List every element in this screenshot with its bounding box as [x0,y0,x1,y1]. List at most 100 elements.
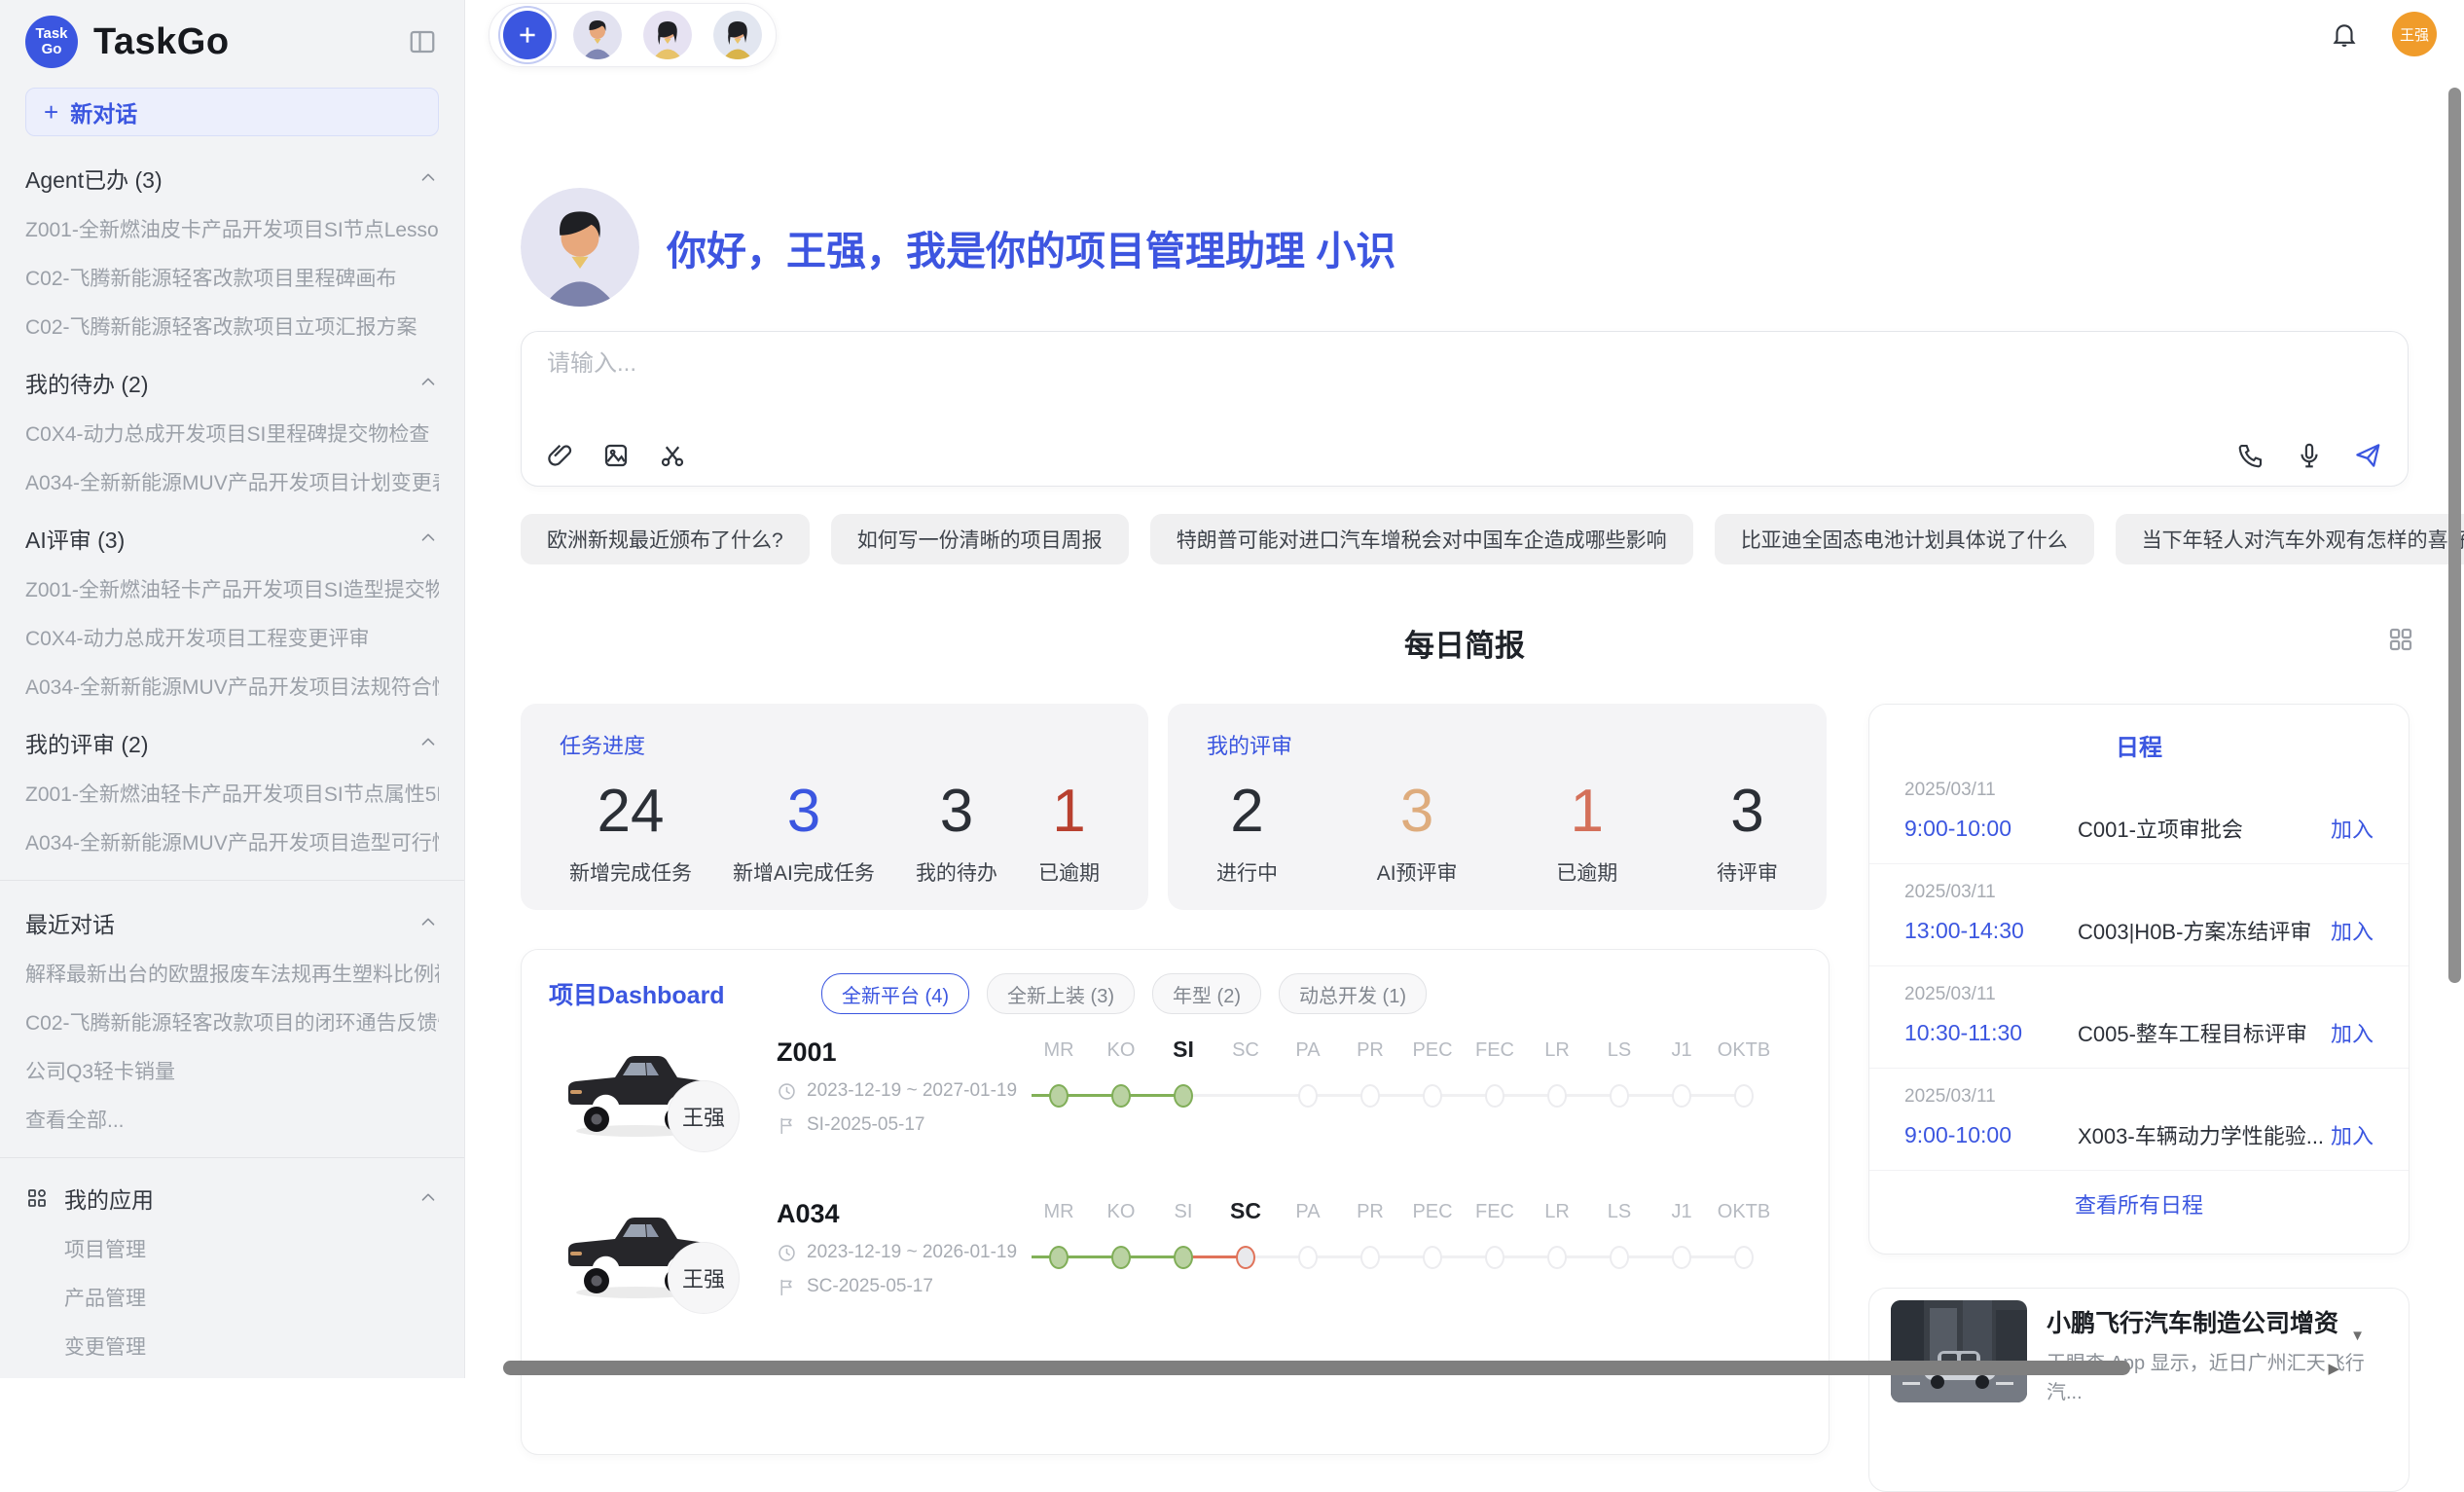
scissors-icon[interactable] [658,441,687,470]
scroll-down-arrow[interactable]: ▼ [2350,1328,2365,1343]
sidebar-section-title: Agent已办 (3) [25,162,163,195]
stat-已逾期: 1 已逾期 [1038,774,1100,887]
suggestion-chip[interactable]: 欧洲新规最近颁布了什么? [521,514,810,564]
suggestion-chip[interactable]: 比亚迪全固态电池计划具体说了什么 [1715,514,2094,564]
sidebar-task-item[interactable]: A034-全新新能源MUV产品开发项目计划变更表编写 [25,467,439,496]
sidebar-item-my-apps[interactable]: 我的应用 [25,1182,439,1215]
project-flag-milestone: SI-2025-05-17 [777,1114,1017,1136]
schedule-card: 日程 2025/03/11 9:00-10:00 C001-立项审批会 加入 2… [1868,704,2410,1255]
flag-icon [777,1115,797,1136]
project-dashboard-card: 项目Dashboard 全新平台 (4) 全新上装 (3) 年型 (2) 动总开发 (… [521,949,1830,1455]
schedule-list: 2025/03/11 9:00-10:00 C001-立项审批会 加入 2025… [1869,762,2409,1171]
sidebar-task-item[interactable]: Z001-全新燃油轻卡产品开发项目SI节点属性5D文件评审 [25,779,439,808]
dashboard-filter-chip[interactable]: 全新上装 (3) [987,973,1135,1014]
sidebar-section-header-0[interactable]: Agent已办 (3) [25,162,439,195]
attachment-icon[interactable] [545,441,574,470]
sidebar-task-item[interactable]: A034-全新新能源MUV产品开发项目造型可行性评审 [25,827,439,856]
apps-grid-icon [25,1186,49,1210]
event-title: C005-整车工程目标评审 [2078,1017,2331,1048]
sidebar-section-header-1[interactable]: 我的待办 (2) [25,366,439,399]
sidebar-task-item[interactable]: A034-全新新能源MUV产品开发项目法规符合性评审 [25,672,439,701]
event-time: 9:00-10:00 [1904,1122,2078,1148]
sidebar-section-header-recent[interactable]: 最近对话 [25,906,439,939]
sidebar-task-item[interactable]: C0X4-动力总成开发项目SI里程碑提交物检查 [25,418,439,448]
logo-text-top: Task [35,26,67,42]
dashboard-filter-chip[interactable]: 动总开发 (1) [1279,973,1427,1014]
project-row-Z001[interactable]: 王强 Z001 2023-12-19 ~ 2027-01-19 SI-2025-… [522,1030,1829,1176]
layout-grid-icon[interactable] [2386,625,2415,654]
notification-bell-icon[interactable] [2330,19,2359,49]
event-date: 2025/03/11 [1904,882,2373,903]
send-icon[interactable] [2353,441,2382,470]
sidebar-section-header-2[interactable]: AI评审 (3) [25,522,439,555]
scroll-right-arrow[interactable]: ▶ [2328,1362,2339,1376]
sidebar-section-header-3[interactable]: 我的评审 (2) [25,726,439,759]
suggestion-chip[interactable]: 当下年轻人对汽车外观有怎样的喜好趋势 [2116,514,2464,564]
phone-icon[interactable] [2236,441,2265,470]
chevron-up-icon [417,372,439,393]
news-body: 天眼查 App 显示，近日广州汇天飞行汽... [2047,1349,2387,1407]
event-join-link[interactable]: 加入 [2331,1119,2373,1150]
project-info: A034 2023-12-19 ~ 2026-01-19 SC-2025-05-… [777,1199,1017,1297]
app-link-item[interactable]: 项目管理 [64,1234,439,1263]
sidebar-task-item[interactable]: Z001-全新燃油皮卡产品开发项目SI节点Lesson Learn报告 [25,214,439,243]
dashboard-title: 项目Dashboard [549,976,821,1011]
stat-value: 3 [916,774,997,850]
dashboard-filter-chip[interactable]: 年型 (2) [1152,973,1261,1014]
sidebar-body: Agent已办 (3) Z001-全新燃油皮卡产品开发项目SI节点Lesson … [25,162,439,1378]
event-join-link[interactable]: 加入 [2331,915,2373,946]
agent-avatar-2[interactable] [643,11,692,59]
milestone-chain: MRKOSISCPAPRPECFECLRLSJ1OKTB [1028,1039,1806,1127]
milestone-dot-OKTB [1734,1246,1754,1269]
image-icon[interactable] [601,441,631,470]
stat-label: 新增AI完成任务 [733,857,875,887]
project-row-A034[interactable]: 王强 A034 2023-12-19 ~ 2026-01-19 SC-2025-… [522,1191,1829,1337]
app-link-item[interactable]: 产品管理 [64,1283,439,1312]
agent-avatar-1[interactable] [573,11,622,59]
milestone-dot-J1 [1672,1246,1691,1269]
milestone-label-PA: PA [1277,1039,1339,1062]
app-link-item[interactable]: 变更管理 [64,1331,439,1361]
stat-card-title: 我的评审 [1207,729,1788,760]
main-area: 王强 你好，王强，我是你的项目管理助理 小识 [465,0,2464,1378]
sidebar-task-item[interactable]: Z001-全新燃油轻卡产品开发项目SI造型提交物评审 [25,574,439,603]
schedule-event: 2025/03/11 9:00-10:00 C001-立项审批会 加入 [1869,762,2409,864]
recent-chat-item[interactable]: C02-飞腾新能源轻客改款项目的闭环通告反馈情况 [25,1007,439,1037]
recent-chat-item[interactable]: 解释最新出台的欧盟报废车法规再生塑料比例被调至15%... [25,959,439,988]
project-dates: 2023-12-19 ~ 2026-01-19 [777,1242,1017,1263]
milestone-dot-OKTB [1734,1084,1754,1108]
suggestion-chip[interactable]: 如何写一份清晰的项目周报 [831,514,1129,564]
user-avatar[interactable]: 王强 [2392,12,2437,56]
recent-view-all-link[interactable]: 查看全部... [25,1105,439,1134]
new-chat-button[interactable]: + 新对话 [25,88,439,136]
sidebar-collapse-icon[interactable] [408,27,437,56]
new-agent-button[interactable] [503,11,552,59]
clock-icon [777,1243,797,1263]
microphone-icon[interactable] [2295,441,2324,470]
event-time: 13:00-14:30 [1904,918,2078,944]
milestone-dot-LS [1610,1246,1629,1269]
input-action-icons [2236,441,2382,470]
milestone-label-SC: SC [1214,1198,1277,1224]
sidebar-task-item[interactable]: C0X4-动力总成开发项目工程变更评审 [25,623,439,652]
event-join-link[interactable]: 加入 [2331,1017,2373,1048]
recent-chat-item[interactable]: 公司Q3轻卡销量 [25,1056,439,1085]
news-card[interactable]: 小鹏飞行汽车制造公司增资 天眼查 App 显示，近日广州汇天飞行汽... [1868,1288,2410,1492]
stat-value: 1 [1038,774,1100,850]
dashboard-filter-chip[interactable]: 全新平台 (4) [821,973,969,1014]
stat-AI预评审: 3 AI预评审 [1377,774,1458,887]
event-title: X003-车辆动力学性能验... [2078,1119,2331,1150]
milestone-label-FEC: FEC [1464,1039,1526,1062]
horizontal-scrollbar-thumb[interactable] [503,1361,2130,1375]
chevron-up-icon [417,912,439,933]
sidebar-task-item[interactable]: C02-飞腾新能源轻客改款项目里程碑画布 [25,263,439,292]
sidebar-task-item[interactable]: C02-飞腾新能源轻客改款项目立项汇报方案 [25,311,439,341]
view-all-schedule-link[interactable]: 查看所有日程 [1869,1171,2409,1237]
milestone-dot-PR [1360,1084,1380,1108]
agent-avatar-3[interactable] [713,11,762,59]
chat-input[interactable] [545,349,2009,379]
suggestion-chip[interactable]: 特朗普可能对进口汽车增税会对中国车企造成哪些影响 [1150,514,1693,564]
event-join-link[interactable]: 加入 [2331,813,2373,844]
sidebar: Task Go TaskGo + 新对话 Agent已办 (3) Z001-全新… [0,0,465,1378]
vertical-scrollbar-thumb[interactable] [2448,88,2461,983]
